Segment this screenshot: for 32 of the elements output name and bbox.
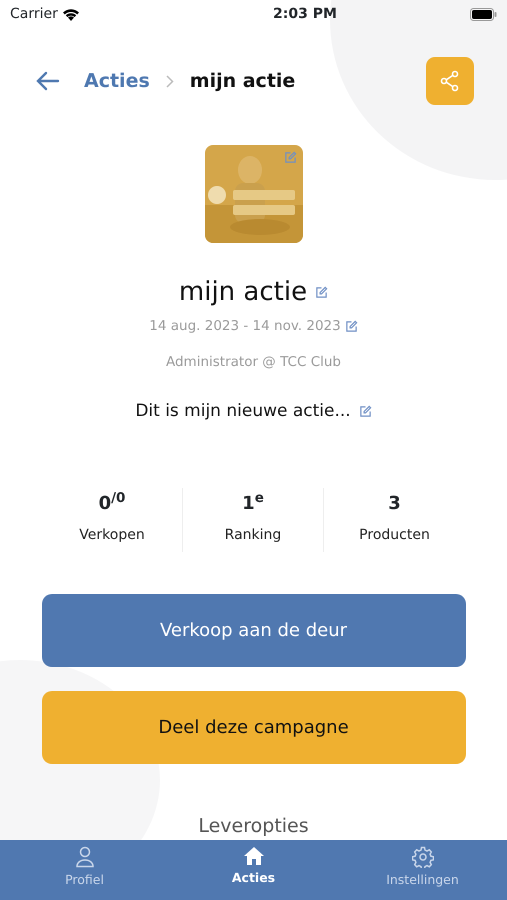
settings-icon bbox=[412, 846, 434, 868]
section-title: Leveropties bbox=[197, 814, 310, 839]
action-button[interactable]: Verkoop aan de deur bbox=[42, 594, 466, 667]
home-icon bbox=[242, 846, 264, 866]
stat-label: Producten bbox=[359, 526, 430, 545]
stat-label: Ranking bbox=[224, 526, 282, 545]
person-icon bbox=[74, 846, 94, 868]
chevron-icon bbox=[166, 74, 174, 88]
date-range: 14 aug. 2023 - 14 nov. 2023 bbox=[149, 317, 341, 336]
stat-label: Verkopen bbox=[79, 526, 145, 545]
breadcrumb-link[interactable]: Acties bbox=[84, 66, 150, 96]
role-label: Administrator @ TCC Club bbox=[166, 353, 341, 372]
action-button[interactable]: Deel deze campagne bbox=[42, 691, 466, 764]
tab-item[interactable]: Instellingen bbox=[338, 840, 507, 900]
campaign-description: Dit is mijn nieuwe actie... bbox=[135, 400, 351, 422]
stat-value: 3 bbox=[388, 492, 401, 516]
status-time: 2:03 PM bbox=[273, 4, 337, 24]
wifi-icon bbox=[62, 8, 80, 20]
edit-icon[interactable] bbox=[344, 320, 358, 333]
tab-item[interactable]: Acties bbox=[169, 840, 338, 900]
breadcrumb-current: mijn actie bbox=[190, 68, 296, 94]
campaign-title: mijn actie bbox=[178, 276, 308, 309]
edit-icon[interactable] bbox=[315, 286, 328, 299]
stat-value: 0$^{/0}$ bbox=[98, 490, 126, 516]
carrier-label: Carrier bbox=[10, 4, 58, 24]
battery-icon bbox=[470, 8, 497, 20]
share-icon bbox=[439, 70, 461, 92]
share-button[interactable] bbox=[426, 57, 474, 105]
edit-icon[interactable] bbox=[358, 404, 372, 418]
stat-value: 1$^{e}$ bbox=[242, 490, 264, 516]
tab-item[interactable]: Profiel bbox=[0, 840, 169, 900]
back-icon[interactable] bbox=[36, 71, 60, 91]
